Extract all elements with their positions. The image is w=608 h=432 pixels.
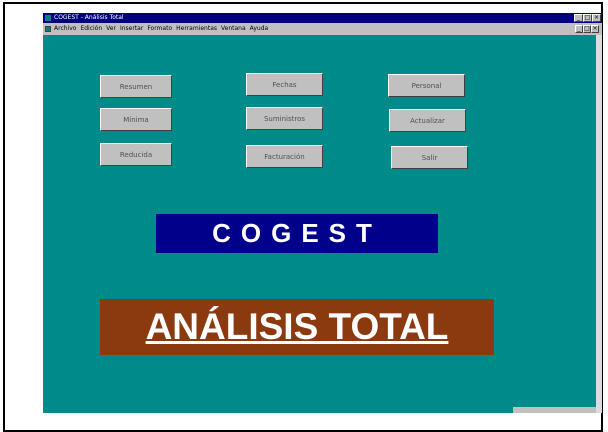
- analisis-total-banner: ANÁLISIS TOTAL: [100, 299, 494, 355]
- form-area: Resumen Mínima Reducida Fechas Suministr…: [43, 35, 596, 413]
- actualizar-button[interactable]: Actualizar: [389, 109, 466, 132]
- maximize-button[interactable]: □: [583, 14, 592, 22]
- resumen-button[interactable]: Resumen: [100, 75, 172, 98]
- close-button[interactable]: ×: [592, 14, 601, 22]
- menu-ayuda[interactable]: Ayuda: [250, 23, 269, 35]
- document-icon[interactable]: [45, 26, 51, 32]
- menu-ventana[interactable]: Ventana: [221, 23, 246, 35]
- menu-ver[interactable]: Ver: [106, 23, 116, 35]
- menu-insertar[interactable]: Insertar: [120, 23, 143, 35]
- personal-button[interactable]: Personal: [388, 74, 465, 97]
- title-bar[interactable]: COGEST - Análisis Total _ □ ×: [43, 13, 602, 23]
- app-window: COGEST - Análisis Total _ □ × Archivo Ed…: [43, 13, 602, 413]
- horizontal-scrollbar[interactable]: [513, 407, 596, 413]
- app-icon: [45, 15, 51, 21]
- fechas-button[interactable]: Fechas: [246, 73, 323, 96]
- reducida-button[interactable]: Reducida: [100, 143, 172, 166]
- minimize-button[interactable]: _: [574, 14, 583, 22]
- menu-bar: Archivo Edición Ver Insertar Formato Her…: [43, 23, 602, 35]
- menu-formato[interactable]: Formato: [147, 23, 172, 35]
- window-title: COGEST - Análisis Total: [54, 14, 124, 21]
- menu-herramientas[interactable]: Herramientas: [176, 23, 217, 35]
- doc-minimize-button[interactable]: _: [575, 25, 583, 33]
- salir-button[interactable]: Salir: [391, 146, 468, 169]
- menu-edicion[interactable]: Edición: [80, 23, 102, 35]
- menu-archivo[interactable]: Archivo: [54, 23, 76, 35]
- minima-button[interactable]: Mínima: [100, 108, 172, 131]
- suministros-button[interactable]: Suministros: [246, 107, 323, 130]
- cogest-banner: COGEST: [156, 214, 438, 253]
- doc-restore-button[interactable]: □: [583, 25, 591, 33]
- vertical-scrollbar[interactable]: [596, 35, 602, 413]
- doc-close-button[interactable]: ×: [591, 25, 599, 33]
- facturacion-button[interactable]: Facturación: [246, 145, 323, 168]
- menu-items: Archivo Edición Ver Insertar Formato Her…: [54, 23, 268, 35]
